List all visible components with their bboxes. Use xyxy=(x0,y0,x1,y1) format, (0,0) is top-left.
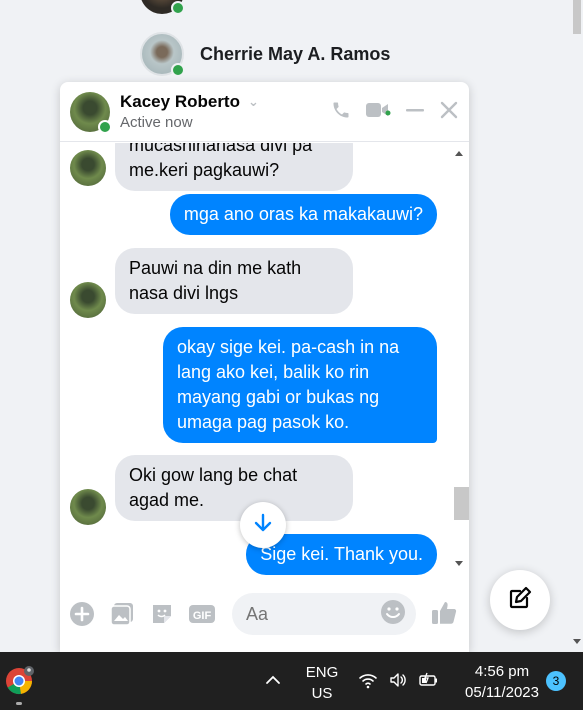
volume-icon[interactable] xyxy=(388,670,408,695)
language-code: ENG xyxy=(305,664,339,681)
sender-avatar xyxy=(70,150,106,186)
contact-avatar xyxy=(140,0,185,15)
message-incoming[interactable]: mucashinanasa divi pa me.keri pagkauwi? xyxy=(115,143,353,191)
chat-header: Kacey Roberto ⌄ Active now xyxy=(60,82,469,142)
clock-time: 4:56 pm xyxy=(474,663,530,680)
message-input[interactable] xyxy=(246,603,380,625)
sender-avatar xyxy=(70,489,106,525)
page-scroll-down-arrow[interactable] xyxy=(573,639,581,644)
sender-avatar xyxy=(70,282,106,318)
battery-icon[interactable] xyxy=(418,670,440,695)
message-scrollbar[interactable] xyxy=(452,143,469,576)
composer: GIF xyxy=(60,576,469,652)
image-icon[interactable] xyxy=(108,600,136,628)
contact-item[interactable] xyxy=(140,0,185,15)
language-indicator[interactable]: ENG US xyxy=(305,662,339,704)
jump-to-latest-button[interactable] xyxy=(240,502,286,548)
message-scrollbar-thumb[interactable] xyxy=(454,487,469,520)
online-indicator xyxy=(171,63,185,77)
arrow-down-icon xyxy=(253,513,273,538)
region-code: US xyxy=(311,685,333,702)
new-message-button[interactable] xyxy=(490,570,550,630)
video-icon[interactable] xyxy=(365,100,391,120)
online-indicator xyxy=(98,119,112,134)
online-indicator xyxy=(171,1,185,15)
chat-status: Active now xyxy=(120,114,193,131)
close-icon[interactable] xyxy=(439,100,459,120)
contact-item-cherrie[interactable]: Cherrie May A. Ramos xyxy=(140,32,391,77)
minimize-icon[interactable] xyxy=(405,100,425,120)
message-input-box[interactable] xyxy=(232,593,416,635)
sticker-icon[interactable] xyxy=(148,600,176,628)
gif-icon[interactable]: GIF xyxy=(188,600,216,628)
taskbar: ENG US 4:56 pm 05/11/2023 3 xyxy=(0,652,583,710)
scroll-up-arrow[interactable] xyxy=(455,151,463,156)
chat-avatar[interactable] xyxy=(70,91,112,134)
chrome-icon[interactable] xyxy=(4,666,34,696)
svg-text:GIF: GIF xyxy=(193,610,212,622)
emoji-icon[interactable] xyxy=(380,599,406,630)
active-app-indicator xyxy=(16,702,22,705)
chat-contact-name: Kacey Roberto xyxy=(120,92,240,111)
chevron-up-icon[interactable] xyxy=(265,672,281,693)
new-message-icon xyxy=(507,585,533,616)
message-outgoing[interactable]: mga ano oras ka makakauwi? xyxy=(169,194,437,235)
chat-window: Kacey Roberto ⌄ Active now mucashinanasa … xyxy=(60,82,469,652)
message-incoming[interactable]: Oki gow lang be chat agad me. xyxy=(115,455,353,521)
wifi-icon[interactable] xyxy=(358,670,378,695)
clock-date: 05/11/2023 xyxy=(465,684,539,701)
message-outgoing[interactable]: okay sige kei. pa-cash in na lang ako ke… xyxy=(163,327,437,443)
contact-name: Cherrie May A. Ramos xyxy=(200,43,391,64)
page-scrollbar-thumb[interactable] xyxy=(573,0,581,34)
scroll-down-arrow[interactable] xyxy=(455,561,463,566)
clock[interactable]: 4:56 pm 05/11/2023 xyxy=(454,661,550,703)
contact-avatar xyxy=(140,32,185,77)
chevron-down-icon[interactable]: ⌄ xyxy=(248,94,259,110)
message-incoming[interactable]: Pauwi na din me kath nasa divi lngs xyxy=(115,248,353,314)
like-icon[interactable] xyxy=(430,598,458,631)
add-icon[interactable] xyxy=(68,600,96,628)
chat-title[interactable]: Kacey Roberto ⌄ Active now xyxy=(120,92,259,131)
phone-icon[interactable] xyxy=(331,100,351,120)
notification-badge[interactable]: 3 xyxy=(546,671,566,691)
page-scrollbar[interactable] xyxy=(571,0,583,652)
